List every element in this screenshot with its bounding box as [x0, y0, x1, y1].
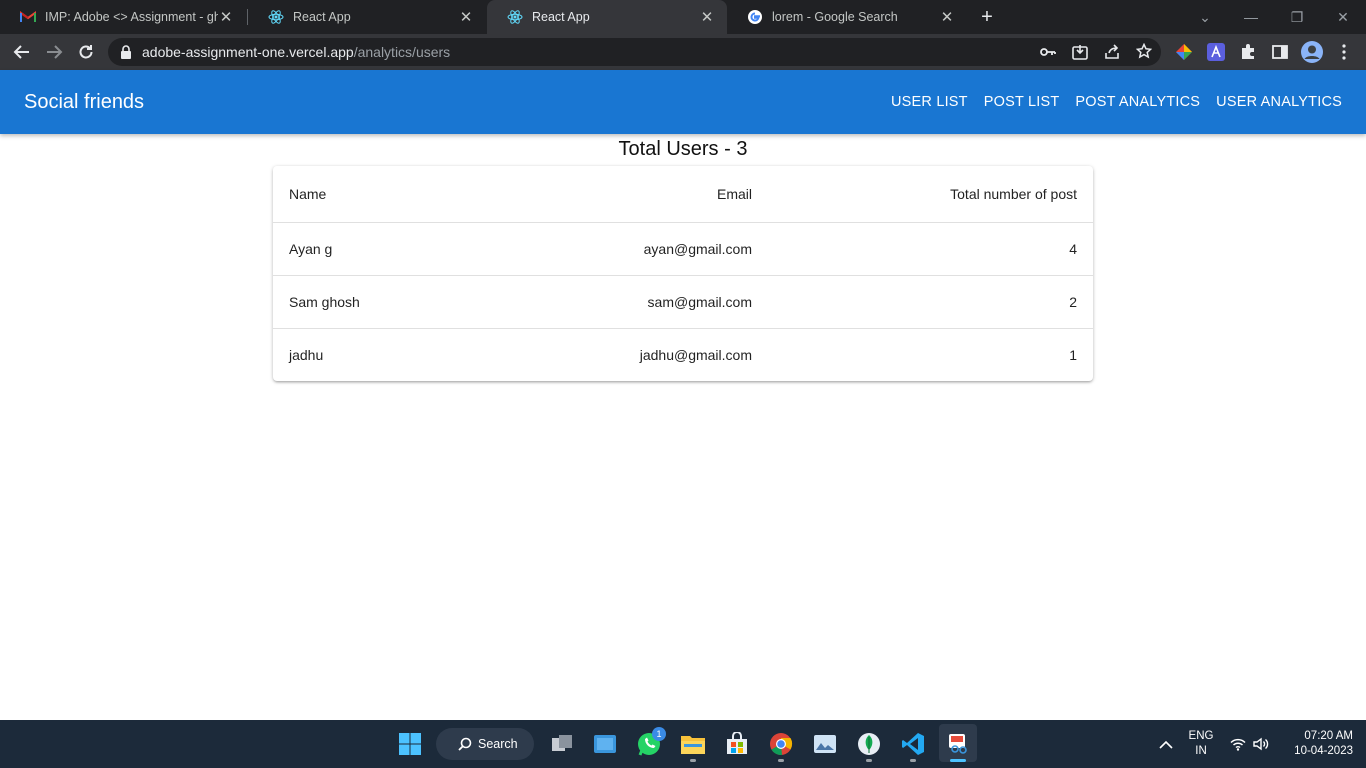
windows-start-icon[interactable] — [394, 728, 426, 760]
nav-user-list[interactable]: USER LIST — [891, 94, 968, 110]
snipping-tool-icon[interactable] — [939, 724, 977, 762]
cell-email: sam@gmail.com — [523, 275, 768, 329]
tab-title: React App — [293, 10, 351, 24]
clock-time: 07:20 AM — [1304, 730, 1353, 742]
tab-title: lorem - Google Search — [772, 10, 898, 24]
column-header-total-posts: Total number of post — [768, 166, 1093, 223]
running-indicator — [690, 759, 696, 762]
column-header-name: Name — [273, 166, 523, 223]
browser-tab-react-app-active[interactable]: React App ✕ — [487, 0, 727, 34]
gmail-icon — [20, 9, 36, 25]
running-indicator — [778, 759, 784, 762]
profile-avatar[interactable] — [1300, 40, 1324, 64]
restore-button[interactable]: ❐ — [1274, 0, 1320, 34]
volume-icon[interactable] — [1252, 735, 1270, 753]
table-header-row: Name Email Total number of post — [273, 166, 1093, 223]
chrome-icon[interactable] — [765, 728, 797, 760]
users-table-card: Name Email Total number of post Ayan g a… — [273, 166, 1093, 381]
close-icon[interactable]: ✕ — [218, 9, 234, 26]
reload-icon — [79, 45, 93, 59]
cell-name: Sam ghosh — [273, 275, 523, 329]
side-panel-icon[interactable] — [1268, 40, 1292, 64]
region-label: IN — [1195, 745, 1207, 757]
taskbar-search-label: Search — [478, 737, 518, 751]
table-row: jadhu jadhu@gmail.com 1 — [273, 328, 1093, 381]
close-icon[interactable]: ✕ — [939, 9, 955, 26]
react-icon — [507, 9, 523, 25]
address-bar[interactable]: adobe-assignment-one.vercel.app/analytic… — [108, 38, 1161, 66]
window-close-button[interactable]: ✕ — [1320, 0, 1366, 34]
clock-date: 10-04-2023 — [1294, 745, 1353, 757]
file-explorer-icon[interactable] — [677, 728, 709, 760]
arrow-left-icon — [13, 45, 29, 59]
extension-a-icon[interactable] — [1204, 40, 1228, 64]
chevron-up-icon[interactable] — [1157, 735, 1175, 753]
minimize-button[interactable]: — — [1228, 0, 1274, 34]
cell-name: Ayan g — [273, 222, 523, 276]
forward-button[interactable] — [42, 40, 66, 64]
search-icon — [458, 737, 472, 751]
arrow-right-icon — [47, 45, 63, 59]
running-indicator — [866, 759, 872, 762]
tab-search-chevron-icon[interactable]: ⌄ — [1182, 0, 1228, 34]
url-path: /analytics/users — [353, 44, 451, 60]
mongodb-icon[interactable] — [853, 728, 885, 760]
nav-post-list[interactable]: POST LIST — [984, 94, 1060, 110]
table-row: Sam ghosh sam@gmail.com 2 — [273, 275, 1093, 329]
browser-tab-strip: IMP: Adobe <> Assignment - gh ✕ React Ap… — [0, 0, 1366, 34]
app-brand[interactable]: Social friends — [24, 70, 144, 134]
extensions-puzzle-icon[interactable] — [1236, 40, 1260, 64]
browser-tab-google-search[interactable]: lorem - Google Search ✕ — [727, 0, 967, 34]
browser-toolbar: adobe-assignment-one.vercel.app/analytic… — [0, 34, 1366, 70]
bookmark-star-icon[interactable] — [1135, 42, 1153, 60]
wifi-icon[interactable] — [1229, 735, 1247, 753]
main-nav: USER LIST POST LIST POST ANALYTICS USER … — [875, 70, 1342, 134]
reload-button[interactable] — [74, 40, 98, 64]
task-view-icon[interactable] — [546, 728, 578, 760]
widgets-icon[interactable] — [589, 728, 621, 760]
app-header: Social friends USER LIST POST LIST POST … — [0, 70, 1366, 134]
nav-user-analytics[interactable]: USER ANALYTICS — [1216, 94, 1342, 110]
nav-post-analytics[interactable]: POST ANALYTICS — [1075, 94, 1200, 110]
close-icon[interactable]: ✕ — [458, 9, 474, 26]
active-app-indicator — [950, 759, 966, 762]
column-header-email: Email — [523, 166, 768, 223]
language-indicator[interactable]: ENG IN — [1184, 720, 1218, 768]
cell-email: ayan@gmail.com — [523, 222, 768, 276]
react-icon — [268, 9, 284, 25]
color-extension-icon[interactable] — [1172, 40, 1196, 64]
table-row: Ayan g ayan@gmail.com 4 — [273, 222, 1093, 276]
page-title: Total Users - 3 — [618, 138, 748, 160]
key-icon[interactable] — [1039, 43, 1057, 61]
cell-total-posts: 4 — [768, 222, 1093, 276]
cell-email: jadhu@gmail.com — [639, 346, 752, 363]
more-menu-icon[interactable] — [1332, 40, 1356, 64]
clock[interactable]: 07:20 AM 10-04-2023 — [1281, 720, 1353, 768]
browser-tab-gmail[interactable]: IMP: Adobe <> Assignment - gh ✕ — [0, 0, 246, 34]
photos-app-icon[interactable] — [809, 728, 841, 760]
new-tab-button[interactable]: + — [976, 6, 998, 28]
language-label: ENG — [1188, 730, 1214, 742]
url-host: adobe-assignment-one.vercel.app — [142, 44, 354, 60]
users-table: Name Email Total number of post Ayan g a… — [273, 166, 1093, 381]
tab-title: React App — [532, 10, 590, 24]
taskbar-search-button[interactable]: Search — [436, 728, 534, 760]
microsoft-store-icon[interactable] — [721, 728, 753, 760]
running-indicator — [910, 759, 916, 762]
back-button[interactable] — [10, 40, 34, 64]
cell-name: jadhu — [289, 346, 324, 363]
tab-title: IMP: Adobe <> Assignment - gh — [45, 10, 218, 24]
whatsapp-notification-badge: 1 — [652, 727, 666, 741]
share-icon[interactable] — [1103, 43, 1121, 61]
browser-tab-react-app[interactable]: React App ✕ — [248, 0, 486, 34]
google-icon — [747, 9, 763, 25]
cell-total-posts: 1 — [1069, 346, 1077, 363]
close-icon[interactable]: ✕ — [699, 9, 715, 26]
install-icon[interactable] — [1071, 43, 1089, 61]
vscode-icon[interactable] — [897, 728, 929, 760]
lock-icon — [120, 45, 134, 59]
cell-total-posts: 2 — [768, 275, 1093, 329]
